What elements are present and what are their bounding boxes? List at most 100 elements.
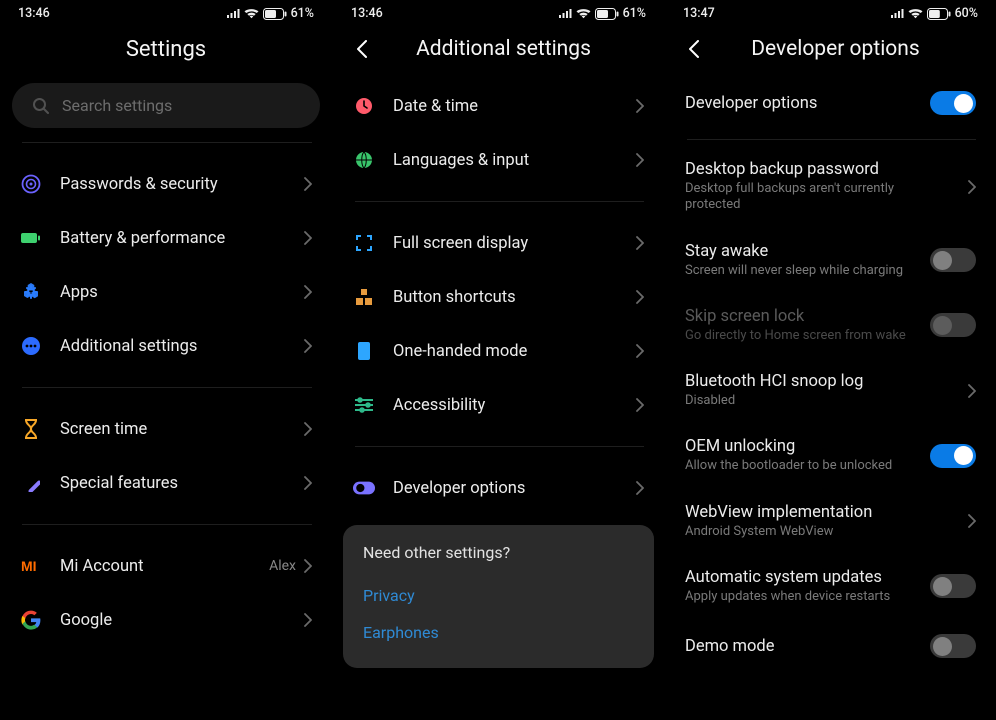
back-button[interactable] xyxy=(683,38,705,60)
item-label: Developer options xyxy=(685,94,912,113)
item-label: Battery & performance xyxy=(60,229,286,248)
chevron-right-icon xyxy=(304,285,312,299)
clock-icon xyxy=(353,95,375,117)
item-languages-input[interactable]: Languages & input xyxy=(333,133,664,187)
item-label: Stay awake xyxy=(685,242,912,261)
item-accessibility[interactable]: Accessibility xyxy=(333,378,664,432)
battery-icon xyxy=(263,8,287,20)
item-passwords-security[interactable]: Passwords & security xyxy=(0,157,332,211)
battery-percent: 60% xyxy=(955,6,978,21)
switch[interactable] xyxy=(930,634,976,658)
chevron-right-icon xyxy=(968,514,976,528)
item-google[interactable]: Google xyxy=(0,593,332,647)
back-button[interactable] xyxy=(351,38,373,60)
switch[interactable] xyxy=(930,248,976,272)
link-privacy[interactable]: Privacy xyxy=(363,576,634,611)
divider xyxy=(687,139,976,140)
wifi-icon xyxy=(908,8,923,19)
switch xyxy=(930,313,976,337)
battery-percent: 61% xyxy=(623,6,646,21)
google-icon xyxy=(20,609,42,631)
toggle-icon xyxy=(353,477,375,499)
signal-icon xyxy=(226,9,240,19)
item-oem-unlocking[interactable]: OEM unlocking Allow the bootloader to be… xyxy=(665,423,996,488)
chevron-right-icon xyxy=(636,481,644,495)
chevron-right-icon xyxy=(636,290,644,304)
battery-percent: 61% xyxy=(291,6,314,21)
divider xyxy=(22,387,312,388)
header: Additional settings xyxy=(333,23,664,79)
link-earphones[interactable]: Earphones xyxy=(363,611,634,648)
header: Developer options xyxy=(665,23,996,79)
item-auto-updates[interactable]: Automatic system updates Apply updates w… xyxy=(665,554,996,619)
switch[interactable] xyxy=(930,444,976,468)
item-sub: Allow the bootloader to be unlocked xyxy=(685,458,912,474)
item-mi-account[interactable]: MI Mi Account Alex xyxy=(0,539,332,593)
item-stay-awake[interactable]: Stay awake Screen will never sleep while… xyxy=(665,228,996,293)
battery-icon xyxy=(595,8,619,20)
page-title: Developer options xyxy=(715,37,956,61)
item-button-shortcuts[interactable]: Button shortcuts xyxy=(333,270,664,324)
item-label: Demo mode xyxy=(685,637,912,656)
item-sub: Desktop full backups aren't currently pr… xyxy=(685,181,950,214)
item-label: Full screen display xyxy=(393,234,618,253)
item-sub: Disabled xyxy=(685,393,950,409)
status-right: 61% xyxy=(558,6,646,21)
item-label: Google xyxy=(60,611,286,630)
toggle-developer-options[interactable]: Developer options xyxy=(665,79,996,133)
additional-settings-panel: 13:46 61% Additional settings Date & tim… xyxy=(332,0,664,720)
item-sub: Apply updates when device restarts xyxy=(685,589,912,605)
switch[interactable] xyxy=(930,574,976,598)
item-full-screen[interactable]: Full screen display xyxy=(333,216,664,270)
status-time: 13:46 xyxy=(18,6,50,21)
item-developer-options[interactable]: Developer options xyxy=(333,461,664,515)
svg-text:MI: MI xyxy=(21,558,37,574)
card-title: Need other settings? xyxy=(363,543,634,562)
search-input[interactable]: Search settings xyxy=(12,83,320,128)
item-demo-mode[interactable]: Demo mode xyxy=(665,619,996,673)
divider xyxy=(22,524,312,525)
chevron-right-icon xyxy=(304,559,312,573)
globe-icon xyxy=(353,149,375,171)
wifi-icon xyxy=(576,8,591,19)
item-label: Additional settings xyxy=(60,337,286,356)
item-webview[interactable]: WebView implementation Android System We… xyxy=(665,489,996,554)
item-screen-time[interactable]: Screen time xyxy=(0,402,332,456)
status-bar: 13:46 61% xyxy=(333,0,664,23)
item-label: Developer options xyxy=(393,479,618,498)
item-label: Passwords & security xyxy=(60,175,286,194)
item-additional-settings[interactable]: Additional settings xyxy=(0,319,332,373)
apps-icon xyxy=(20,281,42,303)
status-time: 13:47 xyxy=(683,6,715,21)
chevron-right-icon xyxy=(304,231,312,245)
item-date-time[interactable]: Date & time xyxy=(333,79,664,133)
signal-icon xyxy=(890,9,904,19)
item-label: Automatic system updates xyxy=(685,568,912,587)
fullscreen-icon xyxy=(353,232,375,254)
item-one-handed[interactable]: One-handed mode xyxy=(333,324,664,378)
chevron-right-icon xyxy=(304,422,312,436)
switch[interactable] xyxy=(930,91,976,115)
status-right: 61% xyxy=(226,6,314,21)
chevron-right-icon xyxy=(636,99,644,113)
item-bt-hci[interactable]: Bluetooth HCI snoop log Disabled xyxy=(665,358,996,423)
page-title: Settings xyxy=(18,37,314,62)
page-title: Additional settings xyxy=(383,37,624,61)
item-sub: Screen will never sleep while charging xyxy=(685,263,912,279)
chevron-right-icon xyxy=(636,398,644,412)
wand-icon xyxy=(20,472,42,494)
item-label: OEM unlocking xyxy=(685,437,912,456)
divider xyxy=(22,142,312,143)
chevron-right-icon xyxy=(968,180,976,194)
status-bar: 13:47 60% xyxy=(665,0,996,23)
item-label: Special features xyxy=(60,474,286,493)
chevron-right-icon xyxy=(304,476,312,490)
item-sub: Android System WebView xyxy=(685,524,950,540)
item-apps[interactable]: Apps xyxy=(0,265,332,319)
battery-performance-icon xyxy=(20,227,42,249)
item-battery[interactable]: Battery & performance xyxy=(0,211,332,265)
status-time: 13:46 xyxy=(351,6,383,21)
item-special-features[interactable]: Special features xyxy=(0,456,332,510)
item-desktop-backup[interactable]: Desktop backup password Desktop full bac… xyxy=(665,146,996,228)
signal-icon xyxy=(558,9,572,19)
